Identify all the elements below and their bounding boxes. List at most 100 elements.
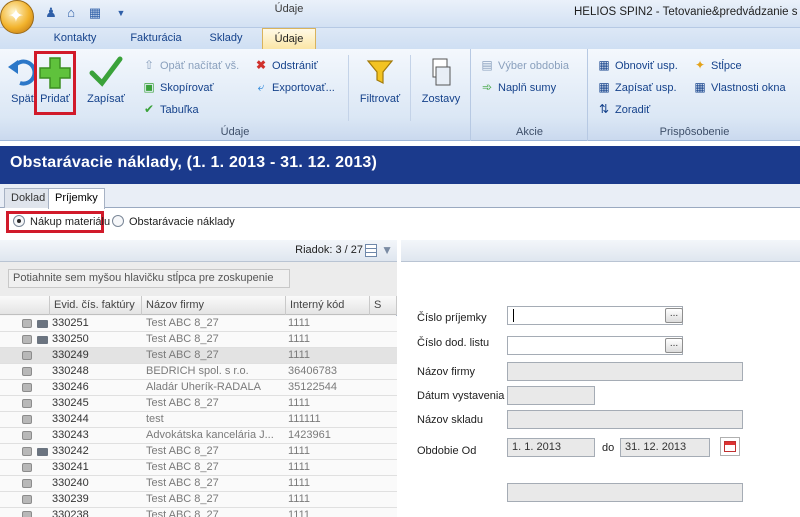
cell-evid: 330242 — [52, 445, 89, 457]
table-row[interactable]: 330248 BEDRICH spol. s r.o. 36406783 — [0, 364, 397, 380]
delete-button[interactable]: ✖ Odstrániť — [254, 55, 318, 75]
app-menu-button[interactable]: ✦ — [0, 0, 34, 34]
table-row[interactable]: 330245 Test ABC 8_27 1111 — [0, 396, 397, 412]
obdobie-do-field[interactable]: 31. 12. 2013 — [620, 438, 710, 457]
cell-evid: 330250 — [52, 333, 89, 345]
tab-udaje[interactable]: Údaje — [262, 28, 316, 49]
table-row[interactable]: 330246 Aladár Uherík-RADALA 35122544 — [0, 380, 397, 396]
cell-kod: 1111 — [288, 461, 311, 473]
fill-sums-button[interactable]: ➾ Naplň sumy — [480, 77, 556, 97]
table-row[interactable]: 330243 Advokátska kancelária J... 1423961 — [0, 428, 397, 444]
label-do: do — [602, 442, 615, 454]
column-header-evid[interactable]: Evid. čís. faktúry — [50, 296, 142, 315]
grid-icon[interactable]: ▦ — [86, 4, 104, 22]
table-row[interactable]: 330241 Test ABC 8_27 1111 — [0, 460, 397, 476]
document-icon — [22, 335, 32, 344]
cell-kod: 1111 — [288, 445, 311, 457]
home-icon[interactable]: ⌂ — [62, 4, 80, 22]
obdobie-od-field[interactable]: 1. 1. 2013 — [507, 438, 595, 457]
ribbon-group-label: Prispôsobenie — [659, 126, 730, 138]
cell-evid: 330240 — [52, 477, 89, 489]
cislo-dod-listu-input[interactable] — [507, 336, 683, 355]
cell-firma: Test ABC 8_27 — [146, 493, 219, 505]
document-icon — [22, 399, 32, 408]
save-button[interactable]: Zapísať — [82, 51, 130, 121]
document-icon — [22, 383, 32, 392]
reload-all-button[interactable]: ⇧ Opäť načítať vš. — [142, 55, 239, 75]
table-row[interactable]: 330250 Test ABC 8_27 1111 — [0, 332, 397, 348]
label-nazov-skladu: Názov skladu — [417, 414, 484, 426]
table-row[interactable]: 330249 Test ABC 8_27 1111 — [0, 348, 397, 364]
cell-kod: 1111 — [288, 397, 311, 409]
export-button[interactable]: ⤶ Exportovať... — [254, 77, 335, 97]
table-button[interactable]: ✔ Tabuľka — [142, 99, 199, 119]
columns-icon: ✦ — [694, 58, 706, 72]
cell-kod: 36406783 — [288, 365, 337, 377]
cell-kod: 35122544 — [288, 381, 337, 393]
report-icon — [432, 58, 451, 86]
cell-kod: 1111 — [288, 509, 311, 517]
document-icon — [22, 415, 32, 424]
grid-layout-icon[interactable] — [365, 244, 377, 257]
checkmark-icon — [89, 56, 123, 87]
cell-firma: Test ABC 8_27 — [146, 397, 219, 409]
group-by-panel[interactable]: Potiahnite sem myšou hlavičku stĺpca pre… — [0, 262, 397, 296]
plus-icon — [39, 57, 71, 89]
user-icon[interactable]: ♟ — [42, 4, 60, 22]
page-header: Obstarávacie náklady, (1. 1. 2013 - 31. … — [0, 146, 800, 184]
cell-firma: BEDRICH spol. s r.o. — [146, 365, 249, 377]
cell-evid: 330249 — [52, 349, 89, 361]
column-header-kod[interactable]: Interný kód — [286, 296, 370, 315]
group-by-hint: Potiahnite sem myšou hlavičku stĺpca pre… — [8, 269, 290, 288]
filter-button[interactable]: Filtrovať — [356, 51, 404, 121]
text-cursor — [513, 309, 514, 322]
ribbon-group-prisposobenie: ▦ Obnoviť usp. ▦ Zapísať usp. ⇅ Zoradiť ✦ St… — [589, 49, 800, 141]
columns-button[interactable]: ✦ Stĺpce — [693, 55, 742, 75]
reports-button[interactable]: Zostavy — [416, 51, 466, 121]
tab-fakturacia[interactable]: Fakturácia — [118, 28, 194, 49]
browse-dod-list-button[interactable]: ... — [665, 338, 683, 353]
cell-kod: 1111 — [288, 333, 311, 345]
cell-kod: 1423961 — [288, 429, 331, 441]
tab-sklady[interactable]: Sklady — [198, 28, 254, 49]
cell-firma: Test ABC 8_27 — [146, 349, 219, 361]
table-row[interactable]: 330238 Test ABC 8_27 1111 — [0, 508, 397, 517]
add-button[interactable]: Pridať — [34, 51, 76, 115]
column-header-s[interactable]: S — [370, 296, 397, 315]
cislo-prijemky-input[interactable] — [507, 306, 683, 325]
label-datum-vystavenia: Dátum vystavenia — [417, 390, 505, 402]
ribbon-separator — [348, 55, 349, 121]
calendar-icon — [724, 441, 736, 452]
receipts-grid: Riadok: 3 / 27 ▼ Potiahnite sem myšou hl… — [0, 240, 397, 517]
ribbon-separator — [410, 55, 411, 121]
title-bar: ✦ ♟ ⌂ ▦ ▼ Údaje HELIOS SPIN2 - Tetovanie… — [0, 0, 800, 34]
document-tabs: Doklad Príjemky — [0, 184, 800, 209]
tab-kontakty[interactable]: Kontakty — [42, 28, 108, 49]
save-layout-button[interactable]: ▦ Zapísať usp. — [597, 77, 676, 97]
sort-button[interactable]: ⇅ Zoradiť — [597, 99, 650, 119]
table-row[interactable]: 330242 Test ABC 8_27 1111 — [0, 444, 397, 460]
copy-button[interactable]: ▣ Skopírovať — [142, 77, 213, 97]
dropdown-icon[interactable]: ▼ — [112, 4, 130, 22]
cell-firma: Test ABC 8_27 — [146, 333, 219, 345]
detail-header — [401, 240, 800, 262]
tab-prijemky[interactable]: Príjemky — [48, 188, 105, 209]
radio-obstaravacie-naklady[interactable]: Obstarávacie náklady — [112, 212, 235, 234]
label-nazov-firmy: Názov firmy — [417, 366, 476, 378]
column-header-firma[interactable]: Názov firmy — [142, 296, 286, 315]
table-row[interactable]: 330240 Test ABC 8_27 1111 — [0, 476, 397, 492]
sort-icon: ⇅ — [598, 102, 610, 116]
period-select-button[interactable]: ▤ Výber obdobia — [480, 55, 569, 75]
restore-layout-button[interactable]: ▦ Obnoviť usp. — [597, 55, 678, 75]
table-row[interactable]: 330244 test 111111 — [0, 412, 397, 428]
table-row[interactable]: 330239 Test ABC 8_27 1111 — [0, 492, 397, 508]
calendar-button[interactable] — [720, 437, 740, 456]
funnel-icon — [366, 60, 394, 84]
browse-prijemka-button[interactable]: ... — [665, 308, 683, 323]
table-row[interactable]: 330251 Test ABC 8_27 1111 — [0, 316, 397, 332]
filter-icon[interactable]: ▼ — [381, 243, 393, 257]
radio-nakup-materialu[interactable]: Nákup materiálu — [6, 211, 110, 233]
window-properties-button[interactable]: ▦ Vlastnosti okna — [693, 77, 785, 97]
cell-kod: 1111 — [288, 493, 311, 505]
tab-doklad[interactable]: Doklad — [4, 188, 53, 208]
